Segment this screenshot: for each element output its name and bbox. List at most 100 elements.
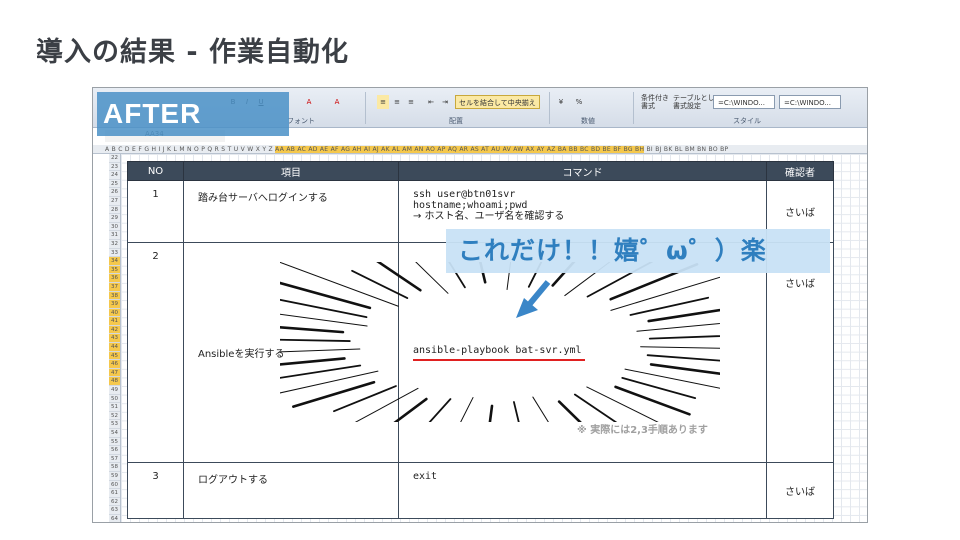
burst-line (648, 335, 720, 340)
row-header[interactable]: 28 (109, 206, 120, 215)
footnote: ※ 実際には2,3手順あります (577, 425, 708, 436)
row-header[interactable]: 46 (109, 360, 120, 369)
row-header[interactable]: 43 (109, 334, 120, 344)
row-header[interactable]: 55 (109, 438, 120, 447)
style-box-1[interactable]: =C:\WINDO... (713, 95, 775, 109)
burst-line (532, 396, 549, 422)
row-header[interactable]: 35 (109, 265, 120, 275)
row-checker[interactable]: さいば (766, 462, 834, 519)
row-command[interactable]: exit (398, 462, 767, 519)
table-row: 3 ログアウトする exit さいば (127, 462, 834, 519)
row-headers: 22 23 24 25 26 27 28 29 30 31 32 33 34 35 36 37 38 39 40 41… (109, 154, 121, 522)
row-header[interactable]: 45 (109, 351, 120, 361)
command-line: ssh user@btn01svr (413, 189, 516, 200)
arrow-icon (516, 280, 551, 318)
row-header[interactable]: 40 (109, 308, 120, 318)
burst-line (640, 346, 720, 349)
row-header[interactable]: 42 (109, 325, 120, 335)
burst-line (614, 385, 691, 416)
style-box-2[interactable]: =C:\WINDO... (779, 95, 841, 109)
row-header[interactable]: 50 (109, 395, 120, 404)
row-header[interactable]: 51 (109, 403, 120, 412)
row-header[interactable]: 64 (109, 515, 120, 522)
row-header[interactable]: 24 (109, 171, 120, 180)
row-header[interactable]: 48 (109, 377, 120, 387)
slide-title: 導入の結果 - 作業自動化 (36, 37, 350, 68)
row-header[interactable]: 52 (109, 412, 120, 421)
row-header[interactable]: 61 (109, 489, 120, 498)
align-right-icon[interactable]: ≡ (405, 95, 417, 109)
burst-line (280, 357, 346, 366)
row-header[interactable]: 30 (109, 223, 120, 232)
indent-icon[interactable]: ⇤ (425, 95, 437, 109)
row-header[interactable]: 53 (109, 420, 120, 429)
row-item[interactable]: ログアウトする (183, 462, 399, 519)
row-header[interactable]: 59 (109, 472, 120, 481)
row-header[interactable]: 25 (109, 180, 120, 189)
burst-line (646, 354, 720, 362)
burst-line (333, 385, 397, 413)
row-header[interactable]: 54 (109, 429, 120, 438)
row-header[interactable]: 32 (109, 240, 120, 249)
row-header[interactable]: 60 (109, 481, 120, 490)
row-header[interactable]: 49 (109, 386, 120, 395)
row-no[interactable]: 3 (127, 462, 184, 519)
table-header-row: NO 項目 コマンド 確認者 (127, 161, 834, 181)
header-item: 項目 (183, 161, 399, 181)
burst-line (280, 338, 351, 342)
row-header[interactable]: 47 (109, 368, 120, 378)
font-color-button[interactable]: A (331, 95, 343, 109)
percent-button[interactable]: % (573, 95, 585, 109)
burst-line (629, 296, 710, 316)
burst-line (292, 380, 376, 408)
row-header[interactable]: 36 (109, 274, 120, 283)
row-no[interactable]: 2 (127, 242, 184, 463)
burst-line (649, 363, 720, 376)
row-header[interactable]: 34 (109, 257, 120, 266)
row-header[interactable]: 63 (109, 506, 120, 515)
outdent-icon[interactable]: ⇥ (439, 95, 451, 109)
burst-line (557, 400, 582, 422)
row-header[interactable]: 38 (109, 291, 120, 301)
merge-center-button[interactable]: セルを結合して中央揃え (455, 95, 540, 109)
burst-line (428, 398, 452, 422)
burst-line (280, 348, 361, 353)
row-header[interactable]: 22 (109, 154, 120, 163)
after-badge: AFTER (97, 92, 289, 136)
burst-line (376, 262, 422, 292)
conditional-format-button[interactable]: 条件付き 書式 (641, 94, 669, 110)
speech-banner: これだけ！！嬉゜ω゜）楽 (446, 229, 830, 273)
burst-line (573, 393, 618, 422)
command-line: hostname;whoami;pwd (413, 200, 528, 211)
row-header[interactable]: 29 (109, 214, 120, 223)
row-header[interactable]: 31 (109, 231, 120, 240)
row-header[interactable]: 44 (109, 343, 120, 352)
row-item[interactable]: 踏み台サーバへログインする (183, 180, 399, 243)
burst-line (280, 298, 368, 319)
align-center-icon[interactable]: ≡ (391, 95, 403, 109)
currency-icon[interactable]: ¥ (555, 95, 567, 109)
row-header[interactable]: 56 (109, 446, 120, 455)
burst-line (488, 404, 494, 422)
group-align-label: 配置 (449, 117, 463, 125)
row-header[interactable]: 23 (109, 163, 120, 172)
emphasis-burst (280, 262, 720, 422)
column-headers: A B C D E F G H I J K L M N O P Q R S T … (93, 145, 867, 154)
row-header[interactable]: 57 (109, 455, 120, 464)
row-header[interactable]: 27 (109, 197, 120, 206)
row-no[interactable]: 1 (127, 180, 184, 243)
row-header[interactable]: 41 (109, 317, 120, 326)
burst-line (280, 326, 345, 334)
row-header[interactable]: 39 (109, 300, 120, 309)
burst-line (460, 397, 474, 422)
row-checker[interactable]: さいば (766, 242, 834, 463)
burst-line (513, 401, 520, 422)
row-header[interactable]: 26 (109, 188, 120, 197)
align-left-icon[interactable]: ≡ (377, 95, 389, 109)
column-headers-a-z: A B C D E F G H I J K L M N O P Q R S T … (105, 146, 273, 153)
font-color-icon[interactable]: A (303, 95, 315, 109)
row-header[interactable]: 58 (109, 463, 120, 472)
row-header[interactable]: 37 (109, 282, 120, 292)
row-header[interactable]: 62 (109, 498, 120, 507)
row-header[interactable]: 33 (109, 249, 120, 258)
